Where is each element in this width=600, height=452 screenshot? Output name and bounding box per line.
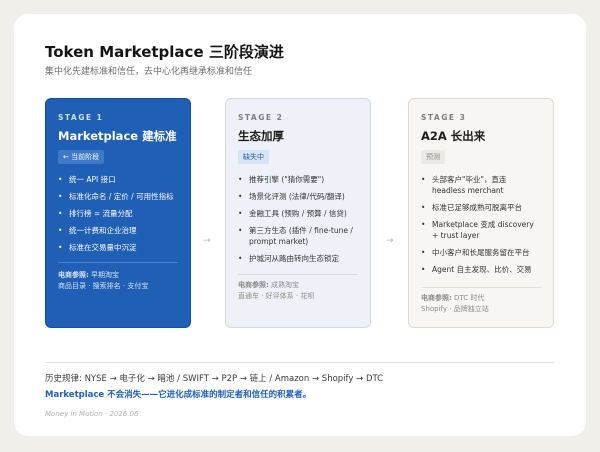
footer-credit: Money in Motion · 2026.06: [45, 410, 139, 418]
stage-label: STAGE 2: [238, 113, 284, 122]
stage-2-card: STAGE 2 生态加厚 缺失中 推荐引擎 ("猜你需要") 场景化评测 (法律…: [225, 98, 371, 328]
stage-point: 标准在交易量中沉淀: [58, 242, 178, 253]
divider: [238, 274, 358, 275]
reference-line2: 直通车 · 好评体系 · 花呗: [238, 292, 315, 300]
stage-point: 中小客户和长尾服务留在平台: [421, 247, 541, 258]
stage-points: 推荐引擎 ("猜你需要") 场景化评测 (法律/代码/翻译) 金融工具 (预购 …: [238, 174, 358, 264]
reference-label: 电商参照:: [238, 281, 269, 289]
stage-point: Agent 自主发现、比价、交易: [421, 264, 541, 275]
stage-3-card: STAGE 3 A2A 长出来 预测 头部客户"毕业"，直连 headless …: [408, 98, 554, 328]
divider: [421, 287, 541, 288]
ecommerce-reference: 电商参照: 成熟淘宝 直通车 · 好评体系 · 花呗: [238, 280, 314, 302]
reference-line1: 成熟淘宝: [271, 281, 300, 289]
stage-label: STAGE 3: [421, 113, 467, 122]
arrow-icon: →: [386, 236, 394, 246]
stage-point: Marketplace 变成 discovery + trust layer: [421, 219, 541, 241]
stage-point: 排行榜 = 流量分配: [58, 208, 178, 219]
stage-badge: 缺失中: [238, 150, 269, 164]
stage-label: STAGE 1: [58, 113, 104, 122]
main-card: Token Marketplace 三阶段演进 集中化先建标准和信任，去中心化再…: [14, 14, 586, 436]
stage-name: Marketplace 建标准: [58, 129, 177, 143]
divider: [58, 262, 178, 263]
stage-point: 头部客户"毕业"，直连 headless merchant: [421, 174, 541, 196]
stage-point: 第三方生态 (插件 / fine-tune / prompt market): [238, 225, 358, 247]
reference-line2: 商品目录 · 搜索排名 · 支付宝: [58, 282, 149, 290]
stage-name: A2A 长出来: [421, 129, 486, 143]
stage-badge: ← 当前阶段: [58, 150, 105, 164]
reference-label: 电商参照:: [421, 294, 452, 302]
reference-line1: 早期淘宝: [91, 271, 120, 279]
stage-point: 金融工具 (预购 / 预算 / 信贷): [238, 208, 358, 219]
separator-line: [45, 362, 554, 363]
stage-point: 护城河从路由转向生态锁定: [238, 253, 358, 264]
arrow-icon: →: [203, 236, 211, 246]
reference-line1: DTC 时代: [454, 294, 485, 302]
history-pattern: 历史规律: NYSE → 电子化 → 暗池 / SWIFT → P2P → 链上…: [45, 374, 384, 384]
reference-line2: Shopify · 品牌独立站: [421, 305, 489, 313]
ecommerce-reference: 电商参照: 早期淘宝 商品目录 · 搜索排名 · 支付宝: [58, 270, 148, 292]
stage-point: 统一计费和企业治理: [58, 225, 178, 236]
stage-1-card: STAGE 1 Marketplace 建标准 ← 当前阶段 统一 API 接口…: [45, 98, 191, 328]
ecommerce-reference: 电商参照: DTC 时代 Shopify · 品牌独立站: [421, 293, 489, 315]
page-title: Token Marketplace 三阶段演进: [45, 43, 284, 61]
stage-point: 推荐引擎 ("猜你需要"): [238, 174, 358, 185]
stage-name: 生态加厚: [238, 129, 284, 143]
stage-point: 标准化命名 / 定价 / 可用性指标: [58, 191, 178, 202]
stage-badge: 预测: [421, 150, 445, 164]
conclusion-text: Marketplace 不会消失——它进化成标准的制定者和信任的积累者。: [45, 390, 312, 400]
stage-point: 场景化评测 (法律/代码/翻译): [238, 191, 358, 202]
reference-label: 电商参照:: [58, 271, 89, 279]
stage-point: 统一 API 接口: [58, 174, 178, 185]
stage-points: 头部客户"毕业"，直连 headless merchant 标准已足够成熟可脱离…: [421, 174, 541, 275]
stage-points: 统一 API 接口 标准化命名 / 定价 / 可用性指标 排行榜 = 流量分配 …: [58, 174, 178, 253]
stage-point: 标准已足够成熟可脱离平台: [421, 202, 541, 213]
page-subtitle: 集中化先建标准和信任，去中心化再继承标准和信任: [45, 67, 253, 77]
